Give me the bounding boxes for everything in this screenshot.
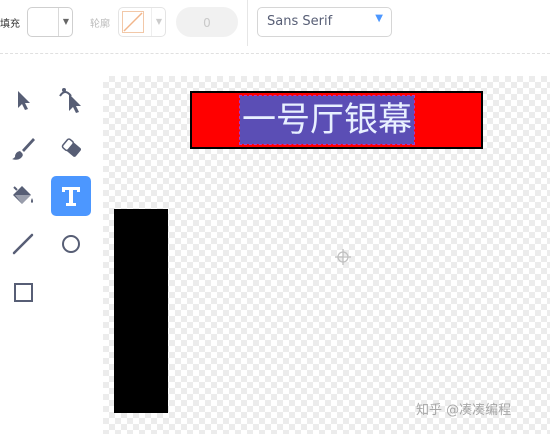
chevron-down-icon[interactable]: ▼ [156,17,162,26]
brush-icon [12,138,35,160]
dropdown-arrow-icon: ▼ [375,13,383,24]
fill-label: 填充 [0,19,20,30]
font-dropdown-value: Sans Serif [267,14,333,29]
circle-icon [62,235,80,253]
select-tool[interactable] [3,80,43,120]
toolbar-divider [247,0,248,46]
fill-picker-divider [58,8,59,36]
circle-tool[interactable] [51,224,91,264]
eraser-tool[interactable] [51,128,91,168]
paint-toolbar: 填充 ▼ 轮廓 ▼ 0 Sans Serif ▼ [0,0,550,46]
rectangle-tool[interactable] [3,272,43,312]
line-icon [12,233,34,255]
line-tool[interactable] [3,224,43,264]
chevron-down-icon[interactable]: ▼ [63,17,69,26]
black-rectangle-shape[interactable] [114,209,168,413]
watermark-text: 知乎 @凑凑编程 [416,403,512,418]
no-color-icon [122,11,144,33]
toolbar-separator [0,53,550,54]
text-t-icon [62,187,80,206]
crosshair-icon [335,249,351,265]
outline-width-input[interactable]: 0 [176,7,238,37]
paint-bucket-icon [13,186,33,204]
fill-tool[interactable] [3,176,43,216]
outline-picker-divider [151,8,152,36]
rectangle-icon [14,283,33,302]
red-banner-shape[interactable]: 一号厅银幕 [190,91,483,149]
banner-text[interactable]: 一号厅银幕 [239,95,415,145]
eraser-icon [61,138,81,157]
fill-color-picker[interactable]: ▼ [27,7,73,37]
outline-color-picker[interactable]: ▼ [118,7,166,37]
reshape-tool[interactable] [51,80,91,120]
brush-tool[interactable] [3,128,43,168]
paint-canvas[interactable]: 一号厅银幕 知乎 @凑凑编程 [103,76,550,434]
text-tool[interactable] [51,176,91,216]
font-dropdown[interactable]: Sans Serif ▼ [257,7,392,37]
arrow-cursor-icon [18,91,30,110]
outline-label: 轮廓 [90,19,110,30]
reshape-icon [59,88,81,113]
